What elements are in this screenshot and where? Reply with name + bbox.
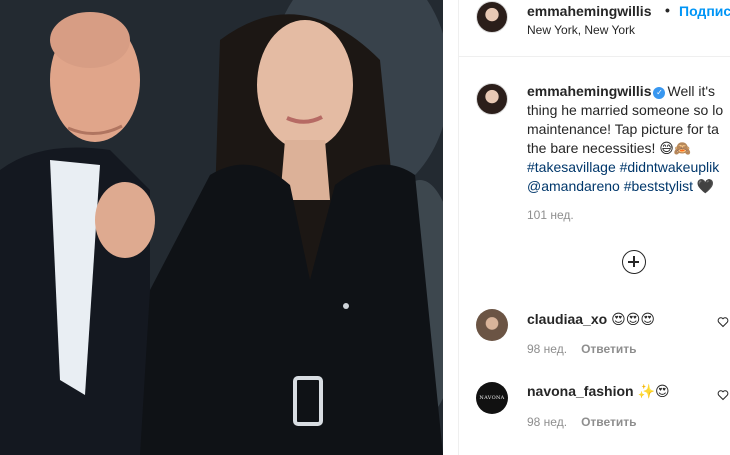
comment-meta: 98 нед. Ответить <box>527 415 637 429</box>
comment-avatar[interactable]: NAVONA <box>476 382 508 414</box>
caption-line-1: emmahemingwillis ✓ Well it's <box>527 82 730 101</box>
author-username[interactable]: emmahemingwillis <box>527 3 651 19</box>
comment-timestamp[interactable]: 98 нед. <box>527 415 567 429</box>
post-side-panel: emmahemingwillis • Подписа New York, New… <box>458 0 730 455</box>
post-caption: emmahemingwillis ✓ Well it's thing he marr… <box>527 82 730 196</box>
comment-timestamp[interactable]: 98 нед. <box>527 342 567 356</box>
heart-icon[interactable] <box>717 389 729 401</box>
reply-button[interactable]: Ответить <box>581 415 636 429</box>
caption-line-2: thing he married someone so lo <box>527 102 724 118</box>
caption-line-6: @amandareno #beststylist 🖤 <box>527 177 730 196</box>
post-photo[interactable] <box>0 0 443 455</box>
comment-avatar[interactable] <box>476 309 508 341</box>
caption-text-start: Well it's <box>667 83 716 99</box>
caption-line-3: maintenance! Tap picture for ta <box>527 121 719 137</box>
comment-body: navona_fashion ✨😍 <box>527 383 670 400</box>
plus-circle-icon[interactable] <box>622 250 646 274</box>
verified-badge-icon: ✓ <box>653 87 666 99</box>
caption-author-avatar[interactable] <box>476 83 508 115</box>
caption-line-4: the bare necessities! 😅🙈 <box>527 140 692 156</box>
comment-username[interactable]: claudiaa_xo <box>527 311 607 327</box>
comment-username[interactable]: navona_fashion <box>527 383 634 399</box>
comment-meta: 98 нед. Ответить <box>527 342 637 356</box>
header-separator: • <box>665 2 670 18</box>
caption-hashtags[interactable]: #takesavillage #didntwakeuplik <box>527 158 730 177</box>
caption-emoji: 🖤 <box>696 178 715 194</box>
author-avatar[interactable] <box>476 1 508 33</box>
caption-timestamp[interactable]: 101 нед. <box>527 208 574 222</box>
reply-button[interactable]: Ответить <box>581 342 636 356</box>
heart-icon[interactable] <box>717 316 729 328</box>
comment-text: ✨😍 <box>637 384 670 400</box>
post-location[interactable]: New York, New York <box>527 23 635 37</box>
follow-button[interactable]: Подписа <box>679 3 730 19</box>
post-header: emmahemingwillis • Подписа New York, New… <box>459 0 730 57</box>
post-photo-art <box>0 0 443 455</box>
comment-text: 😍😍😍 <box>611 312 655 328</box>
caption-username[interactable]: emmahemingwillis <box>527 83 651 99</box>
comment-body: claudiaa_xo 😍😍😍 <box>527 311 655 328</box>
caption-mentions[interactable]: @amandareno #beststylist <box>527 178 693 194</box>
